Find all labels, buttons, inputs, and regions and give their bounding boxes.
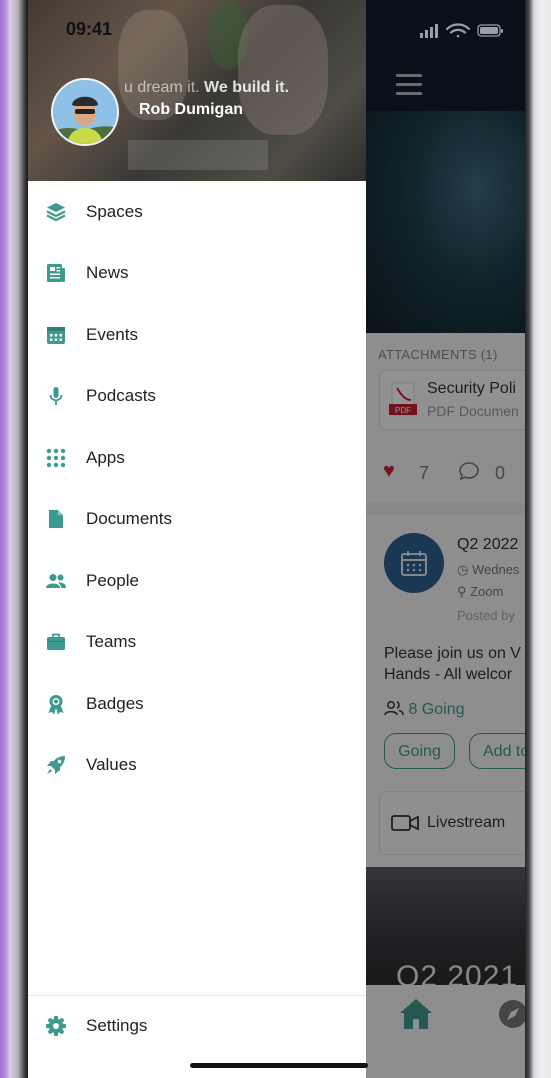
document-icon bbox=[49, 510, 63, 528]
sidebar-item-label: Settings bbox=[86, 1016, 148, 1035]
sidebar-item-label: Events bbox=[86, 325, 138, 344]
sidebar-item-documents[interactable]: Documents bbox=[28, 497, 366, 541]
sidebar-item-spaces[interactable]: Spaces bbox=[28, 190, 366, 234]
sidebar-item-people[interactable]: People bbox=[28, 559, 366, 603]
grid-icon bbox=[46, 448, 66, 468]
gear-icon bbox=[46, 1016, 66, 1036]
cellular-signal-icon bbox=[420, 24, 438, 38]
wifi-icon bbox=[445, 23, 471, 38]
sidebar-item-settings[interactable]: Settings bbox=[28, 1004, 366, 1048]
sidebar-item-values[interactable]: Values bbox=[28, 743, 366, 787]
status-bar-icons bbox=[420, 23, 503, 38]
status-bar-time: 09:41 bbox=[66, 19, 113, 39]
navigation-drawer: 09:41 u dream it. We build it. Rob Dumig… bbox=[28, 0, 366, 1078]
tagline: u dream it. We build it. bbox=[124, 79, 289, 97]
sidebar-item-label: News bbox=[86, 263, 129, 282]
device-frame-left bbox=[0, 0, 28, 1078]
settings-divider bbox=[28, 995, 366, 996]
badge-icon bbox=[48, 695, 64, 715]
people-icon bbox=[46, 574, 66, 588]
microphone-icon bbox=[49, 387, 63, 405]
user-name[interactable]: Rob Dumigan bbox=[139, 101, 243, 119]
sidebar-item-teams[interactable]: Teams bbox=[28, 620, 366, 664]
home-indicator[interactable] bbox=[190, 1063, 368, 1068]
sidebar-item-label: Apps bbox=[86, 448, 125, 467]
tagline-light: u dream it. bbox=[124, 79, 200, 96]
sidebar-item-label: Documents bbox=[86, 509, 172, 528]
drawer-header: 09:41 u dream it. We build it. Rob Dumig… bbox=[28, 0, 366, 181]
calendar-icon bbox=[47, 327, 65, 344]
sidebar-item-apps[interactable]: Apps bbox=[28, 436, 366, 480]
sidebar-item-label: Teams bbox=[86, 632, 137, 651]
rocket-icon bbox=[47, 756, 65, 774]
device-frame-right bbox=[525, 0, 551, 1078]
drawer-scrim-overlay[interactable] bbox=[366, 0, 525, 1078]
layers-icon bbox=[46, 203, 66, 222]
sidebar-item-badges[interactable]: Badges bbox=[28, 682, 366, 726]
sidebar-item-news[interactable]: News bbox=[28, 251, 366, 295]
briefcase-icon bbox=[47, 633, 65, 650]
tagline-bold: We build it. bbox=[204, 79, 290, 96]
sidebar-item-label: Values bbox=[86, 755, 137, 774]
sidebar-item-events[interactable]: Events bbox=[28, 313, 366, 357]
battery-icon bbox=[477, 24, 503, 37]
sidebar-item-label: Badges bbox=[86, 694, 144, 713]
sidebar-item-label: Podcasts bbox=[86, 386, 156, 405]
newspaper-icon bbox=[47, 264, 65, 282]
user-avatar[interactable] bbox=[51, 78, 119, 146]
phone-screen: ATTACHMENTS (1) PDF Security Poli PDF Do… bbox=[28, 0, 525, 1078]
sidebar-item-podcasts[interactable]: Podcasts bbox=[28, 374, 366, 418]
sidebar-item-label: Spaces bbox=[86, 202, 143, 221]
sidebar-item-label: People bbox=[86, 571, 139, 590]
